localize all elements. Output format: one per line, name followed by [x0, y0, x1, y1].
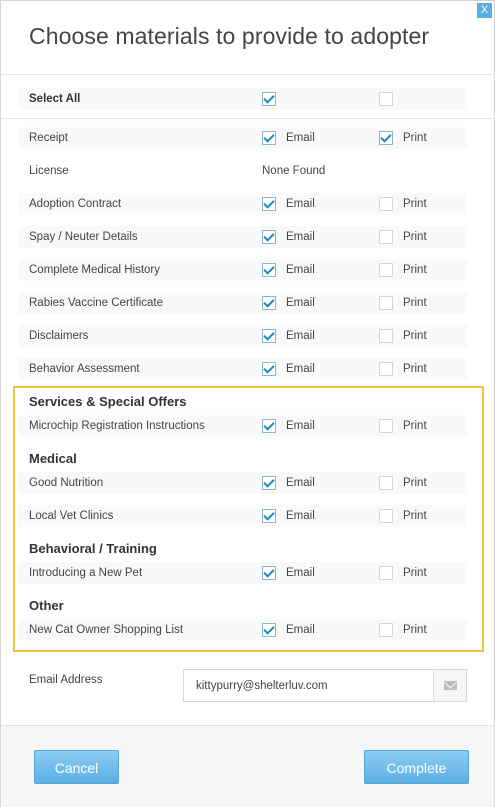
email-option-label: Email	[286, 198, 315, 210]
email-option-label: Email	[286, 297, 315, 309]
material-row-behavior-assessment: Behavior Assessment Email Print	[19, 358, 467, 380]
good-nutrition-print-checkbox[interactable]	[379, 476, 393, 490]
material-row-spay-neuter: Spay / Neuter Details Email Print	[19, 226, 467, 248]
rabies-email-checkbox[interactable]	[262, 296, 276, 310]
divider	[1, 118, 494, 119]
material-row-new-pet: Introducing a New Pet Email Print	[19, 562, 467, 584]
section-heading-behavioral: Behavioral / Training	[29, 541, 157, 556]
email-option-label: Email	[286, 624, 315, 636]
disclaimers-print-checkbox[interactable]	[379, 329, 393, 343]
medical-history-email-checkbox[interactable]	[262, 263, 276, 277]
print-option-label: Print	[403, 297, 427, 309]
email-option-label: Email	[286, 477, 315, 489]
close-button[interactable]: X	[477, 3, 492, 18]
none-found-text: None Found	[262, 165, 326, 177]
email-option-label: Email	[286, 510, 315, 522]
material-row-local-vet-clinics: Local Vet Clinics Email Print	[19, 505, 467, 527]
material-row-receipt: Receipt Email Print	[19, 127, 467, 149]
divider	[1, 74, 494, 75]
cancel-button[interactable]: Cancel	[34, 750, 119, 784]
material-row-adoption-contract: Adoption Contract Email Print	[19, 193, 467, 215]
material-label: Receipt	[29, 132, 68, 144]
material-row-shopping-list: New Cat Owner Shopping List Email Print	[19, 619, 467, 641]
email-address-group	[183, 669, 467, 702]
material-row-microchip: Microchip Registration Instructions Emai…	[19, 415, 467, 437]
rabies-print-checkbox[interactable]	[379, 296, 393, 310]
material-label: Good Nutrition	[29, 477, 104, 489]
envelope-icon	[444, 681, 457, 690]
new-pet-print-checkbox[interactable]	[379, 566, 393, 580]
complete-button[interactable]: Complete	[364, 750, 469, 784]
material-label: License	[29, 165, 69, 177]
print-option-label: Print	[403, 477, 427, 489]
material-label: Spay / Neuter Details	[29, 231, 138, 243]
material-label: Local Vet Clinics	[29, 510, 114, 522]
good-nutrition-email-checkbox[interactable]	[262, 476, 276, 490]
email-address-input[interactable]	[184, 670, 434, 701]
print-option-label: Print	[403, 567, 427, 579]
material-row-license: License None Found	[19, 160, 467, 182]
email-option-label: Email	[286, 264, 315, 276]
medical-history-print-checkbox[interactable]	[379, 263, 393, 277]
material-row-good-nutrition: Good Nutrition Email Print	[19, 472, 467, 494]
section-heading-medical: Medical	[29, 451, 77, 466]
local-vet-clinics-print-checkbox[interactable]	[379, 509, 393, 523]
section-heading-services: Services & Special Offers	[29, 394, 187, 409]
receipt-email-checkbox[interactable]	[262, 131, 276, 145]
dialog-footer: Cancel Complete	[1, 725, 494, 807]
material-row-disclaimers: Disclaimers Email Print	[19, 325, 467, 347]
email-address-label: Email Address	[29, 674, 103, 686]
print-option-label: Print	[403, 231, 427, 243]
material-label: Microchip Registration Instructions	[29, 420, 205, 432]
microchip-print-checkbox[interactable]	[379, 419, 393, 433]
select-all-row: Select All	[19, 88, 467, 110]
dialog-title: Choose materials to provide to adopter	[29, 23, 430, 49]
disclaimers-email-checkbox[interactable]	[262, 329, 276, 343]
print-option-label: Print	[403, 264, 427, 276]
print-option-label: Print	[403, 198, 427, 210]
print-option-label: Print	[403, 420, 427, 432]
material-row-medical-history: Complete Medical History Email Print	[19, 259, 467, 281]
send-email-addon[interactable]	[433, 670, 466, 701]
email-option-label: Email	[286, 330, 315, 342]
material-label: Adoption Contract	[29, 198, 122, 210]
new-pet-email-checkbox[interactable]	[262, 566, 276, 580]
section-heading-other: Other	[29, 598, 64, 613]
microchip-email-checkbox[interactable]	[262, 419, 276, 433]
email-option-label: Email	[286, 363, 315, 375]
print-option-label: Print	[403, 510, 427, 522]
email-option-label: Email	[286, 231, 315, 243]
local-vet-clinics-email-checkbox[interactable]	[262, 509, 276, 523]
print-option-label: Print	[403, 132, 427, 144]
select-all-label: Select All	[29, 93, 81, 105]
email-option-label: Email	[286, 420, 315, 432]
adoption-contract-print-checkbox[interactable]	[379, 197, 393, 211]
adoption-contract-email-checkbox[interactable]	[262, 197, 276, 211]
spay-neuter-print-checkbox[interactable]	[379, 230, 393, 244]
material-label: New Cat Owner Shopping List	[29, 624, 184, 636]
behavior-assessment-print-checkbox[interactable]	[379, 362, 393, 376]
print-option-label: Print	[403, 330, 427, 342]
email-option-label: Email	[286, 132, 315, 144]
shopping-list-print-checkbox[interactable]	[379, 623, 393, 637]
behavior-assessment-email-checkbox[interactable]	[262, 362, 276, 376]
material-label: Rabies Vaccine Certificate	[29, 297, 164, 309]
shopping-list-email-checkbox[interactable]	[262, 623, 276, 637]
material-label: Behavior Assessment	[29, 363, 140, 375]
email-option-label: Email	[286, 567, 315, 579]
receipt-print-checkbox[interactable]	[379, 131, 393, 145]
material-row-rabies: Rabies Vaccine Certificate Email Print	[19, 292, 467, 314]
material-label: Introducing a New Pet	[29, 567, 143, 579]
materials-dialog: X Choose materials to provide to adopter…	[0, 0, 495, 807]
print-option-label: Print	[403, 624, 427, 636]
spay-neuter-email-checkbox[interactable]	[262, 230, 276, 244]
material-label: Disclaimers	[29, 330, 89, 342]
material-label: Complete Medical History	[29, 264, 161, 276]
select-all-email-checkbox[interactable]	[262, 92, 276, 106]
select-all-print-checkbox[interactable]	[379, 92, 393, 106]
print-option-label: Print	[403, 363, 427, 375]
